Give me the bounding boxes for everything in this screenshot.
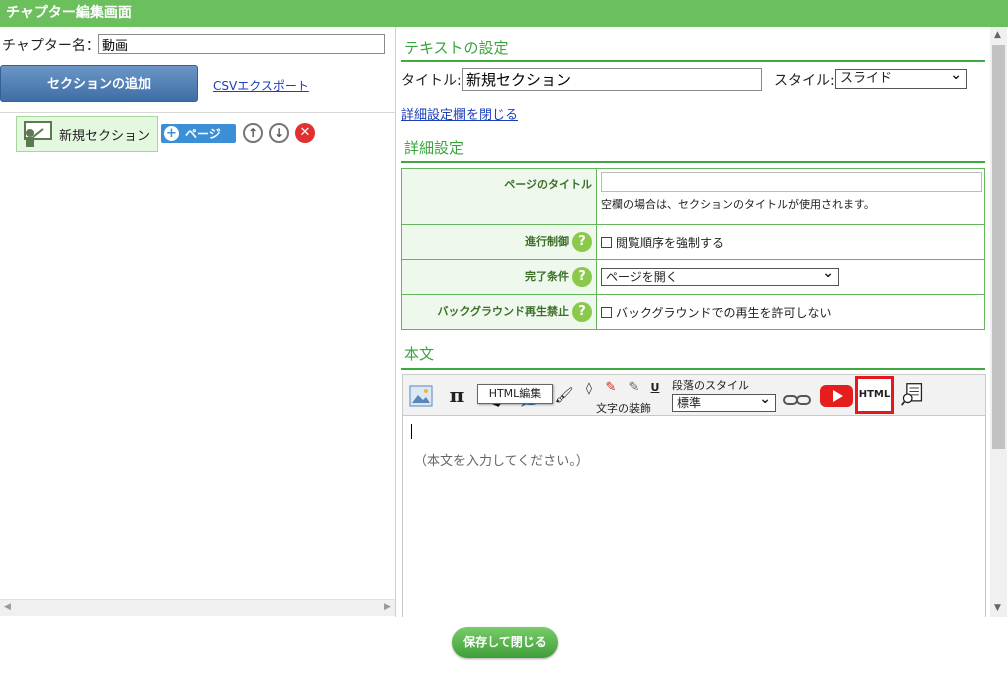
page-title-hint: 空欄の場合は、セクションのタイトルが使用されます。 [601, 198, 875, 211]
editor-placeholder: （本文を入力してください。） [414, 454, 589, 469]
scroll-down-icon[interactable]: ▼ [994, 603, 1001, 613]
title-input[interactable] [462, 68, 762, 91]
checkbox-icon[interactable] [601, 306, 612, 318]
html-edit-button[interactable]: HTML [855, 376, 894, 414]
close-details-link[interactable]: 詳細設定欄を閉じる [401, 104, 518, 123]
text-caret [411, 424, 412, 439]
add-section-button[interactable]: セクションの追加 [0, 65, 198, 102]
add-page-button[interactable]: + ページ [161, 124, 236, 143]
paragraph-style-select[interactable]: 標準 [672, 391, 776, 412]
delete-section-button[interactable]: ✕ [295, 123, 315, 143]
move-up-button[interactable]: ↑ [243, 123, 263, 143]
add-page-label: ページ [185, 127, 221, 141]
chapter-name-input[interactable] [98, 34, 385, 54]
window-title: チャプター編集画面 [0, 0, 1008, 27]
body-heading: 本文 [404, 345, 435, 363]
section-tree-pane: チャプター名： セクションの追加 CSVエクスポート 新規セクション + ページ… [0, 27, 396, 617]
section-item[interactable]: 新規セクション [16, 116, 158, 152]
background-playback-label: バックグラウンド再生禁止? [401, 294, 597, 330]
divider [401, 161, 985, 163]
vertical-scrollbar[interactable]: ▲ ▼ [990, 27, 1007, 617]
youtube-icon[interactable] [820, 385, 853, 407]
format-brush-icon[interactable]: 🖌 [554, 383, 574, 407]
image-insert-icon[interactable] [409, 384, 433, 408]
scroll-left-icon[interactable]: ◀ [4, 602, 11, 612]
chapter-name-label: チャプター名： [2, 38, 100, 54]
horizontal-scrollbar[interactable]: ◀ ▶ [0, 599, 395, 616]
scroll-right-icon[interactable]: ▶ [384, 602, 391, 612]
section-label: 新規セクション [59, 128, 151, 144]
help-icon[interactable]: ? [572, 267, 592, 287]
checkbox-icon[interactable] [601, 236, 612, 248]
style-select-value: スライド [840, 71, 893, 86]
section-presentation-icon [24, 121, 52, 147]
plus-icon: + [164, 126, 179, 141]
completion-condition-label: 完了条件? [401, 259, 597, 295]
text-settings-heading: テキストの設定 [404, 39, 509, 57]
help-icon[interactable]: ? [572, 232, 592, 252]
title-label: タイトル: [401, 73, 462, 89]
underline-icon[interactable]: U [649, 376, 661, 400]
completion-condition-select[interactable]: ページを開く [601, 265, 839, 286]
move-down-button[interactable]: ↓ [269, 123, 289, 143]
source-preview-icon[interactable] [899, 382, 925, 406]
details-heading: 詳細設定 [404, 139, 465, 157]
divider [401, 60, 985, 62]
scrollbar-thumb[interactable] [992, 45, 1005, 449]
help-icon[interactable]: ? [572, 302, 592, 322]
highlight-icon[interactable]: ✎ [627, 376, 641, 400]
style-select[interactable]: スライド [835, 66, 967, 89]
details-table: ページのタイトル 空欄の場合は、セクションのタイトルが使用されます。 進行制御?… [401, 168, 985, 330]
style-label: スタイル: [774, 73, 835, 89]
progress-control-checkbox[interactable]: 閲覧順序を強制する [596, 224, 985, 260]
paragraph-style-caption: 段落のスタイル [672, 379, 749, 392]
scroll-up-icon[interactable]: ▲ [994, 30, 1001, 40]
progress-control-label: 進行制御? [401, 224, 597, 260]
csv-export-link[interactable]: CSVエクスポート [213, 77, 309, 94]
background-playback-checkbox[interactable]: バックグラウンドでの再生を許可しない [596, 294, 985, 330]
text-decoration-caption: 文字の装飾 [596, 402, 651, 415]
page-title-label: ページのタイトル [401, 168, 597, 225]
page-title-input[interactable] [601, 172, 982, 192]
math-pi-icon[interactable]: π [445, 383, 469, 407]
body-editor[interactable]: （本文を入力してください。） [402, 416, 986, 617]
divider [401, 368, 985, 370]
link-icon[interactable] [783, 388, 811, 412]
eraser-icon[interactable]: ◊ [582, 376, 596, 400]
html-edit-tooltip: HTML編集 [477, 384, 553, 404]
divider [0, 112, 395, 113]
save-and-close-button[interactable]: 保存して閉じる [452, 627, 558, 658]
text-color-icon[interactable]: ✎ [604, 376, 618, 400]
text-settings-pane: テキストの設定 タイトル: スタイル: スライド 詳細設定欄を閉じる 詳細設定 … [401, 27, 1008, 617]
